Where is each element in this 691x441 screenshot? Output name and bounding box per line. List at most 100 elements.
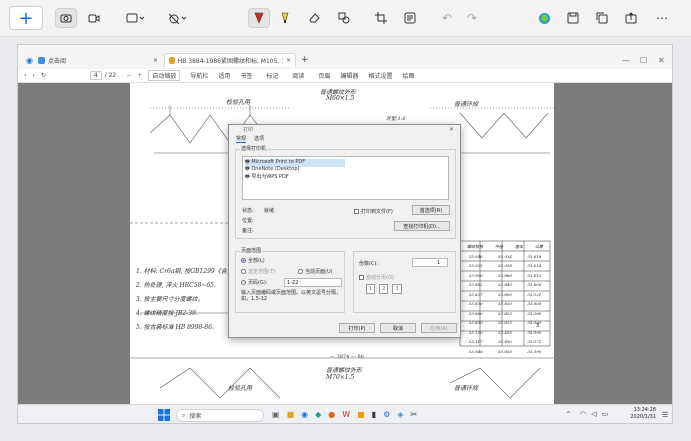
minimize-button[interactable]: —	[618, 53, 634, 67]
table-cell: 33.946	[468, 253, 483, 259]
eraser-button[interactable]	[303, 8, 325, 28]
toolbar-item-format[interactable]: 格式设置	[368, 71, 392, 80]
close-window-button[interactable]: ✕	[654, 53, 669, 67]
undo-icon: ↶	[441, 11, 453, 25]
tab-general[interactable]: 常规	[236, 135, 247, 143]
folder-icon[interactable]: ■	[357, 410, 365, 419]
radio-all[interactable]: 全部(L)	[241, 257, 265, 264]
apply-button[interactable]: 应用(A)	[421, 323, 457, 333]
copy-button[interactable]	[591, 8, 613, 28]
print-to-file-checkbox[interactable]: 打印到文件(F)	[354, 208, 393, 215]
taskbar-search[interactable]: ⌕ 搜索	[176, 409, 264, 422]
more-button[interactable]: ⋯	[651, 8, 673, 28]
start-button[interactable]	[158, 409, 170, 421]
pages-input[interactable]: 1-22	[284, 278, 342, 287]
toolbar-item-editor[interactable]: 编辑器	[340, 71, 358, 80]
print-button[interactable]: 打印(P)	[339, 323, 375, 333]
wps-icon[interactable]: W	[342, 410, 350, 419]
copies-input[interactable]: 1	[412, 258, 448, 267]
table-row: 33.925 33.918 33.614	[461, 261, 549, 271]
printer-list[interactable]: 🖶 Microsoft Print to PDF 🖶 OneNote (Desk…	[242, 156, 449, 200]
radio-pages[interactable]: 页码(G):	[241, 279, 267, 286]
crop-button[interactable]	[370, 8, 392, 28]
highlighter-button[interactable]	[274, 8, 296, 28]
find-printer-button[interactable]: 查找打印机(D)...	[394, 221, 450, 231]
tab-pdf[interactable]: HB 3884-1986紧固螺纹和标, M105. 1.5~M... ×	[164, 53, 296, 67]
dialog-close-icon[interactable]: ✕	[449, 126, 454, 133]
toolbar-item-read[interactable]: 阅读	[292, 71, 304, 80]
shapes-button[interactable]	[333, 8, 355, 28]
terminal-icon[interactable]: ▮	[372, 410, 376, 419]
system-tray[interactable]: ◠ ◁ ▭	[580, 410, 608, 418]
cancel-button[interactable]: 取消	[380, 323, 416, 333]
video-mode-button[interactable]	[83, 8, 105, 28]
toolbar-item-header[interactable]: 页眉	[318, 71, 330, 80]
left-label: 检验孔用	[226, 99, 251, 106]
forward-icon[interactable]: ›	[32, 72, 34, 79]
page-footer-mark: — 3874 — 86	[330, 354, 364, 360]
video-icon	[88, 14, 100, 22]
copies-group: 份数(C): 1 自动分页(O) 1 2 3	[353, 251, 456, 313]
copy-icon	[596, 12, 608, 24]
tab-options[interactable]: 选项	[254, 135, 264, 142]
pen-button[interactable]	[248, 8, 270, 28]
toolbar-item-nav[interactable]: 导航栏	[190, 71, 208, 80]
tray-chevron-icon[interactable]: ^	[566, 411, 571, 418]
text-actions-button[interactable]	[399, 8, 421, 28]
save-button[interactable]	[562, 8, 584, 28]
share-button[interactable]	[620, 8, 642, 28]
redo-icon: ↷	[466, 11, 478, 25]
undo-button[interactable]: ↶	[436, 8, 458, 28]
tab-home[interactable]: 点击阅 ×	[34, 53, 162, 67]
table-cell: 33.946	[468, 348, 483, 354]
page-number-input[interactable]: 4	[89, 71, 102, 80]
comment-label: 备注:	[242, 228, 254, 234]
shapes-icon	[338, 12, 350, 24]
camera-mode-button[interactable]	[55, 8, 77, 28]
zoom-out-icon[interactable]: −	[126, 72, 131, 79]
file-explorer-icon[interactable]: ■	[287, 410, 295, 419]
new-tab-button[interactable]: +	[297, 53, 313, 67]
app-icon[interactable]: ◈	[397, 410, 403, 419]
collate-illustration: 1 2 3	[366, 284, 402, 294]
pdf-toolbar: ‹ › ↻ 4 / 22 − + 自动缩放 导航栏 适用 书签 标记 阅读 页眉…	[18, 69, 672, 83]
clock-time: 13:24:28	[633, 407, 656, 413]
zoom-in-icon[interactable]: +	[137, 72, 142, 79]
close-icon[interactable]: ×	[153, 57, 158, 64]
redo-button[interactable]: ↷	[461, 8, 483, 28]
lower-right-label: 普通环规	[454, 385, 479, 392]
toolbar-item-annotate[interactable]: 标记	[266, 71, 278, 80]
task-view-icon[interactable]: ▣	[272, 410, 280, 419]
radio-current-page[interactable]: 当前页面(U)	[298, 268, 333, 275]
snip-shape-dropdown[interactable]	[121, 8, 151, 28]
new-snip-button[interactable]: +	[9, 6, 43, 30]
table-cell: 33.815	[497, 320, 512, 325]
timer-dropdown[interactable]	[163, 8, 193, 28]
notification-icon[interactable]: ☰	[662, 411, 668, 419]
lower-heading: 普通螺纹外形	[326, 367, 363, 374]
preferences-button[interactable]: 首选项(R)	[412, 205, 450, 215]
table-row: 33.117 33.490 33.571	[461, 337, 549, 347]
table-row: 33.900 33.880 33.613	[461, 271, 549, 281]
copilot-button[interactable]	[533, 8, 555, 28]
close-icon[interactable]: ×	[286, 57, 291, 64]
printer-item[interactable]: 🖶 导出为WPS PDF	[245, 173, 289, 182]
back-icon[interactable]: ‹	[24, 72, 26, 79]
table-row: 33.946 33.855 33.590	[461, 347, 549, 357]
snipping-tool-icon[interactable]: ✂	[410, 410, 417, 419]
browser-icon[interactable]: ●	[328, 410, 335, 419]
radio-icon	[298, 269, 303, 274]
radio-selection[interactable]: 选定范围(T)	[241, 268, 275, 275]
maximize-button[interactable]: ☐	[636, 53, 651, 67]
toolbar-item-fit[interactable]: 适用	[218, 71, 230, 80]
clock[interactable]: 13:24:28 2020/1/31	[622, 407, 656, 421]
edge-icon[interactable]: ◉	[301, 410, 308, 419]
store-icon[interactable]: ◆	[315, 410, 321, 419]
settings-icon[interactable]: ⚙	[383, 410, 390, 419]
toolbar-item-bookmark[interactable]: 书签	[240, 71, 252, 80]
toolbar-item-draw[interactable]: 绘图	[402, 71, 414, 80]
reload-icon[interactable]: ↻	[41, 72, 46, 79]
right-label: 普通环规	[454, 101, 479, 108]
collate-checkbox[interactable]: 自动分页(O)	[359, 274, 394, 281]
zoom-select[interactable]: 自动缩放	[148, 70, 181, 81]
